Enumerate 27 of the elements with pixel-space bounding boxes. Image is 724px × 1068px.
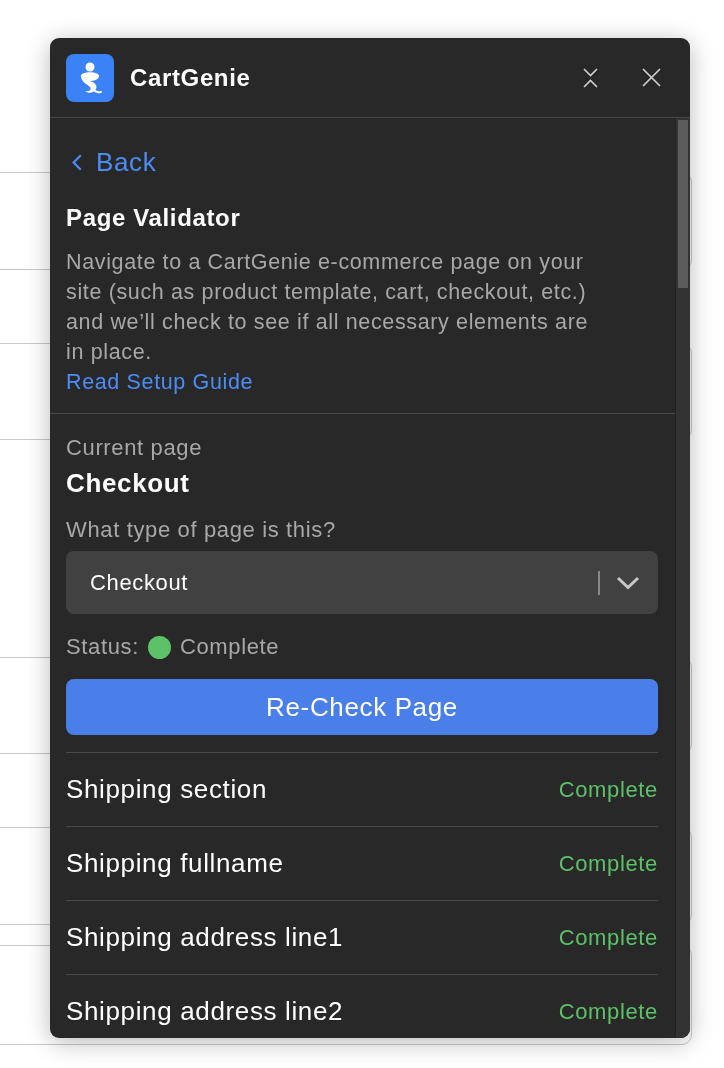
back-link[interactable]: Back [66, 146, 157, 178]
collapse-icon [583, 67, 598, 88]
check-name: Shipping address line2 [66, 996, 344, 1027]
setup-guide-link[interactable]: Read Setup Guide [66, 367, 254, 397]
section-title: Page Validator [66, 203, 241, 233]
description-text: Navigate to a CartGenie e-commerce page on your site (such as product template, cart, checkout, etc.) and we’ll check to see if all necessary elements are in place. [66, 249, 590, 366]
close-icon [642, 68, 661, 87]
check-status: Complete [558, 850, 658, 877]
chevron-left-icon [72, 153, 82, 171]
recheck-page-button[interactable]: Re-Check Page [66, 679, 658, 735]
status-value: Complete [179, 633, 280, 661]
status-label: Status: [66, 633, 139, 661]
page-type-label: What type of page is this? [66, 516, 336, 544]
app-title: CartGenie [130, 63, 252, 92]
scrollbar-thumb[interactable] [678, 120, 688, 288]
check-status: Complete [558, 776, 658, 803]
check-name: Shipping fullname [66, 848, 284, 879]
check-name: Shipping address line1 [66, 922, 344, 953]
check-status: Complete [558, 924, 658, 951]
scrollbar-track[interactable] [675, 118, 690, 1038]
genie-logo-icon [66, 53, 114, 102]
check-name: Shipping section [66, 774, 268, 805]
current-page-label: Current page [66, 434, 203, 462]
current-page-value: Checkout [66, 467, 190, 499]
chevron-down-icon [616, 575, 640, 590]
check-status: Complete [558, 998, 658, 1025]
page-type-select[interactable]: Checkout [66, 551, 658, 614]
